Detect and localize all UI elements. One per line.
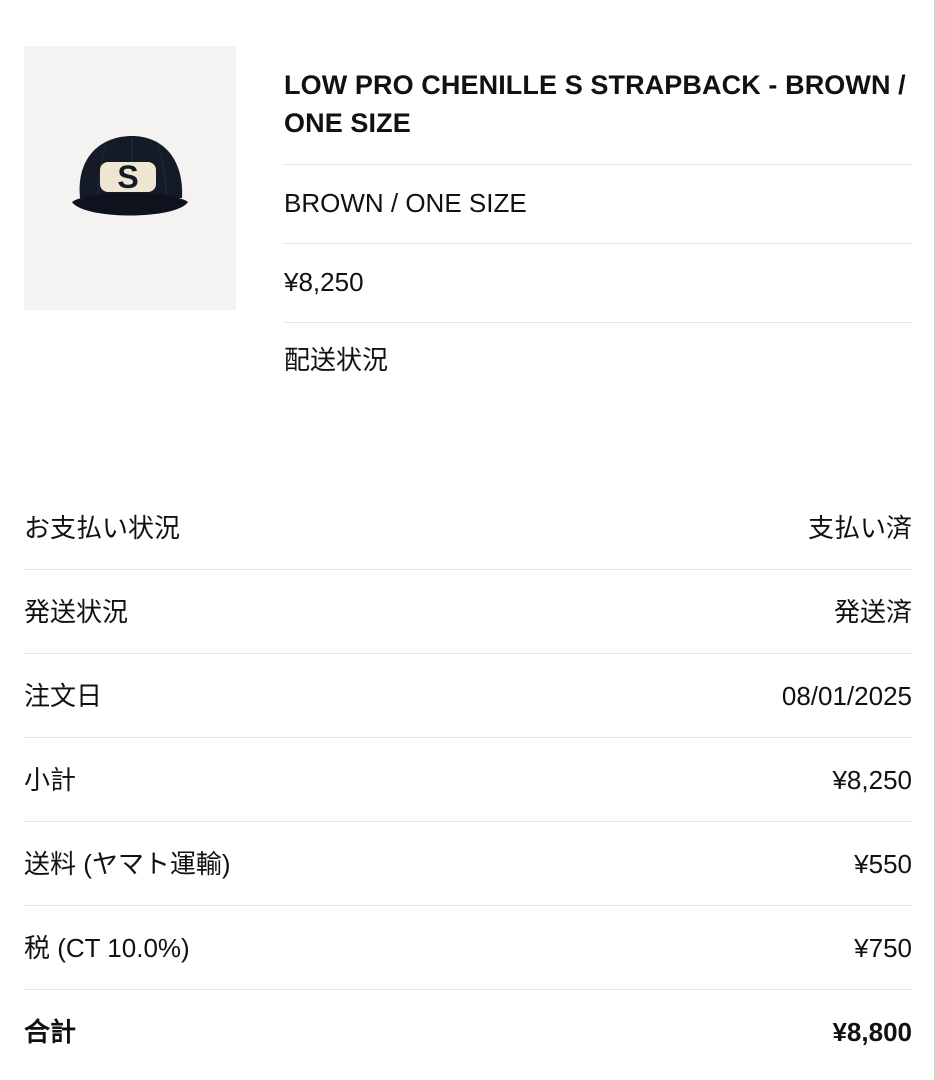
- cap-icon: S: [72, 136, 188, 216]
- cap-logo-letter: S: [117, 159, 138, 195]
- summary-row-order-date: 注文日 08/01/2025: [24, 654, 912, 738]
- summary-label: 税 (CT 10.0%): [24, 932, 190, 963]
- product-title[interactable]: LOW PRO CHENILLE S STRAPBACK - BROWN / O…: [284, 46, 912, 165]
- order-summary: お支払い状況 支払い済 発送状況 発送済 注文日 08/01/2025 小計 ¥…: [24, 486, 912, 1074]
- summary-value: ¥550: [854, 848, 912, 879]
- summary-row-total: 合計 ¥8,800: [24, 990, 912, 1074]
- product-image[interactable]: S: [24, 46, 236, 310]
- summary-value: ¥8,250: [832, 764, 912, 795]
- summary-row-tax: 税 (CT 10.0%) ¥750: [24, 906, 912, 990]
- summary-value: 08/01/2025: [781, 680, 912, 711]
- shipping-status-link[interactable]: 配送状況: [284, 323, 912, 377]
- product-variant: BROWN / ONE SIZE: [284, 165, 912, 244]
- product-info: LOW PRO CHENILLE S STRAPBACK - BROWN / O…: [284, 46, 912, 377]
- summary-row-subtotal: 小計 ¥8,250: [24, 738, 912, 822]
- summary-row-shipping-fee: 送料 (ヤマト運輸) ¥550: [24, 822, 912, 906]
- order-detail-page: S LOW PRO CHENILLE S STRAPBACK - BROWN /…: [0, 0, 936, 1080]
- summary-label: 送料 (ヤマト運輸): [24, 848, 231, 879]
- summary-label: 発送状況: [24, 596, 129, 627]
- summary-row-payment-status: お支払い状況 支払い済: [24, 486, 912, 570]
- summary-value: 発送済: [833, 596, 912, 627]
- product-price: ¥8,250: [284, 244, 912, 323]
- summary-label: 小計: [24, 764, 77, 795]
- summary-value: 支払い済: [807, 512, 912, 543]
- summary-value: ¥8,800: [832, 1017, 912, 1047]
- summary-value: ¥750: [854, 932, 912, 963]
- summary-row-shipping-status: 発送状況 発送済: [24, 570, 912, 654]
- summary-label: お支払い状況: [24, 512, 181, 543]
- summary-label: 注文日: [24, 680, 103, 711]
- summary-label: 合計: [24, 1017, 77, 1047]
